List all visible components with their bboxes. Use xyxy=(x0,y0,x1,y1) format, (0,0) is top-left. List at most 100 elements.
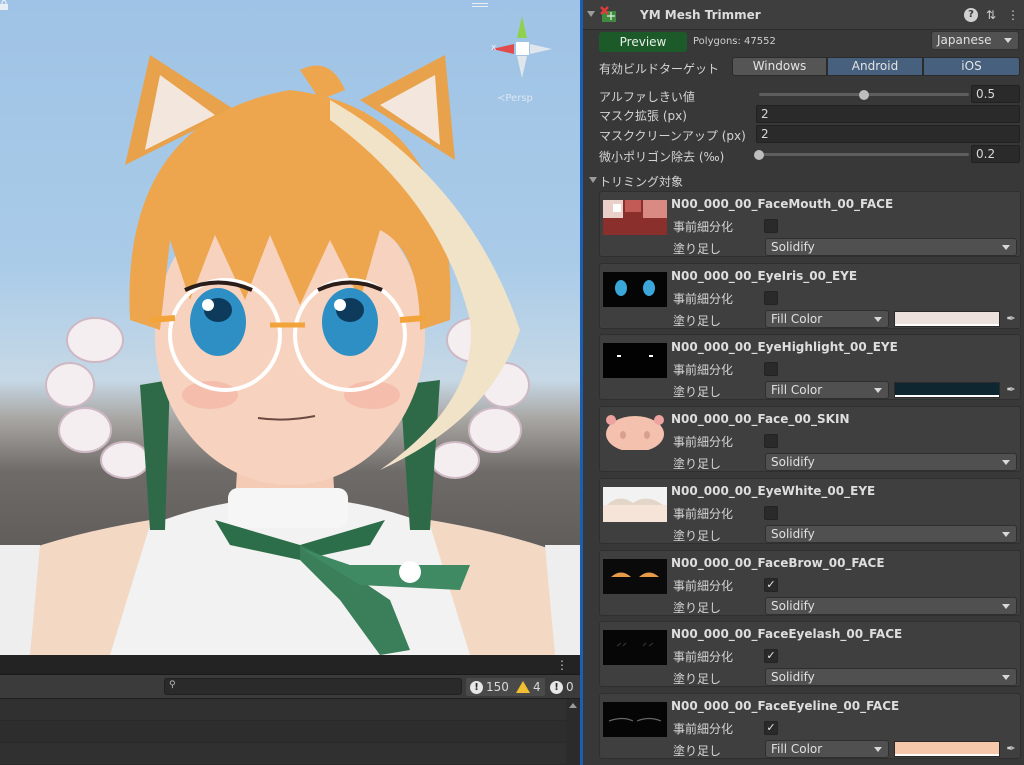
fill-label: 塗り足し xyxy=(673,385,722,399)
fill-mode-value: Solidify xyxy=(771,527,815,541)
texture-thumbnail xyxy=(603,702,667,737)
checkmark-icon: ✓ xyxy=(766,721,776,734)
subdivide-checkbox[interactable] xyxy=(764,362,778,376)
chevron-down-icon xyxy=(874,747,882,752)
mesh-name: N00_000_00_FaceEyelash_00_FACE xyxy=(671,627,903,641)
fill-color-field[interactable] xyxy=(894,741,1000,757)
fill-mode-dropdown[interactable]: Solidify xyxy=(765,453,1017,471)
trim-target-card: N00_000_00_FaceEyelash_00_FACE 事前細分化 ✓ 塗り足し… xyxy=(599,621,1021,687)
trim-target-card: N00_000_00_EyeIris_00_EYE 事前細分化 塗り足し Fill C… xyxy=(599,263,1021,329)
fill-color-field[interactable] xyxy=(894,311,1000,327)
trim-target-card: N00_000_00_EyeHighlight_00_EYE 事前細分化 塗り足し F… xyxy=(599,334,1021,400)
checkmark-icon: ✓ xyxy=(766,649,776,662)
info-count: 150 xyxy=(486,680,509,694)
warning-count: 4 xyxy=(533,680,541,694)
kebab-menu-icon[interactable]: ⋮ xyxy=(1006,8,1020,22)
subdivide-checkbox[interactable] xyxy=(764,219,778,233)
eyedropper-icon[interactable]: ✒ xyxy=(1004,382,1018,398)
small-polygon-slider[interactable] xyxy=(759,153,969,156)
subdivide-checkbox[interactable] xyxy=(764,506,778,520)
fill-label: 塗り足し xyxy=(673,672,722,686)
chevron-down-icon[interactable] xyxy=(587,11,595,17)
subdivide-checkbox[interactable]: ✓ xyxy=(764,721,778,735)
subdivide-label: 事前細分化 xyxy=(673,507,734,521)
fill-label: 塗り足し xyxy=(673,242,722,256)
console-log-list[interactable] xyxy=(0,699,566,765)
fill-mode-dropdown[interactable]: Fill Color xyxy=(765,740,889,758)
build-target-android[interactable]: Android xyxy=(827,57,923,76)
fill-mode-value: Fill Color xyxy=(771,383,823,397)
alpha-threshold-knob[interactable] xyxy=(859,90,869,100)
chevron-down-icon xyxy=(1004,38,1012,43)
checkmark-icon: ✓ xyxy=(766,578,776,591)
mesh-name: N00_000_00_FaceMouth_00_FACE xyxy=(671,197,894,211)
fill-label: 塗り足し xyxy=(673,314,722,328)
mesh-trimmer-icon xyxy=(600,6,616,22)
mask-expand-field[interactable]: 2 xyxy=(756,105,1020,123)
subdivide-label: 事前細分化 xyxy=(673,650,734,664)
small-polygon-field[interactable]: 0.2 xyxy=(971,145,1020,163)
lock-icon[interactable] xyxy=(0,0,8,10)
info-counter-toggle[interactable]: ! 150 xyxy=(466,678,513,696)
build-target-windows[interactable]: Windows xyxy=(732,57,827,76)
fill-mode-dropdown[interactable]: Solidify xyxy=(765,668,1017,686)
fill-mode-dropdown[interactable]: Fill Color xyxy=(765,381,889,399)
subdivide-label: 事前細分化 xyxy=(673,579,734,593)
fill-label: 塗り足し xyxy=(673,457,722,471)
scrollbar[interactable] xyxy=(566,699,580,765)
fill-mode-dropdown[interactable]: Solidify xyxy=(765,238,1017,256)
texture-thumbnail xyxy=(603,200,667,235)
chevron-down-icon xyxy=(1002,532,1010,537)
section-title[interactable]: トリミング対象 xyxy=(599,173,683,190)
mask-cleanup-field[interactable]: 2 xyxy=(756,125,1020,143)
chevron-down-icon xyxy=(874,388,882,393)
subdivide-label: 事前細分化 xyxy=(673,435,734,449)
chevron-down-icon[interactable] xyxy=(589,177,597,183)
warning-icon xyxy=(516,681,530,693)
chevron-down-icon xyxy=(1002,460,1010,465)
eyedropper-icon[interactable]: ✒ xyxy=(1004,311,1018,327)
mesh-name: N00_000_00_FaceBrow_00_FACE xyxy=(671,556,885,570)
preview-button[interactable]: Preview xyxy=(599,32,687,52)
texture-thumbnail xyxy=(603,487,667,522)
fill-mode-dropdown[interactable]: Solidify xyxy=(765,597,1017,615)
help-icon[interactable]: ? xyxy=(964,8,978,22)
presets-icon[interactable]: ⇅ xyxy=(984,8,998,22)
list-item[interactable] xyxy=(0,699,566,721)
list-item[interactable] xyxy=(0,743,566,765)
chevron-down-icon xyxy=(1002,245,1010,250)
component-header[interactable]: YM Mesh Trimmer ? ⇅ ⋮ xyxy=(583,0,1024,30)
small-polygon-knob[interactable] xyxy=(754,150,764,160)
subdivide-checkbox[interactable]: ✓ xyxy=(764,578,778,592)
kebab-menu-icon[interactable]: ⋮ xyxy=(556,658,568,672)
fill-mode-value: Fill Color xyxy=(771,312,823,326)
subdivide-checkbox[interactable]: ✓ xyxy=(764,649,778,663)
projection-label[interactable]: ≺Persp xyxy=(497,93,533,104)
subdivide-checkbox[interactable] xyxy=(764,291,778,305)
scroll-up-icon[interactable] xyxy=(569,703,577,708)
alpha-threshold-label: アルファしきい値 xyxy=(599,90,695,104)
fill-color-field[interactable] xyxy=(894,382,1000,398)
mesh-name: N00_000_00_FaceEyeline_00_FACE xyxy=(671,699,900,713)
fill-mode-dropdown[interactable]: Fill Color xyxy=(765,310,889,328)
language-dropdown[interactable]: Japanese xyxy=(931,31,1019,50)
subdivide-label: 事前細分化 xyxy=(673,292,734,306)
trim-target-card: N00_000_00_EyeWhite_00_EYE 事前細分化 塗り足し Solid… xyxy=(599,478,1021,544)
build-target-ios[interactable]: iOS xyxy=(923,57,1020,76)
subdivide-label: 事前細分化 xyxy=(673,722,734,736)
alpha-threshold-field[interactable]: 0.5 xyxy=(971,85,1020,103)
error-count: 0 xyxy=(566,680,574,694)
fill-label: 塗り足し xyxy=(673,529,722,543)
scene-view[interactable]: x ≺Persp xyxy=(0,0,580,655)
avatar-render xyxy=(0,55,580,655)
warning-counter-toggle[interactable]: 4 xyxy=(512,678,545,696)
eyedropper-icon[interactable]: ✒ xyxy=(1004,741,1018,757)
texture-thumbnail xyxy=(603,343,667,378)
subdivide-checkbox[interactable] xyxy=(764,434,778,448)
mask-cleanup-label: マスククリーンアップ (px) xyxy=(599,129,746,143)
search-input[interactable]: ⚲ xyxy=(164,678,462,695)
mesh-name: N00_000_00_EyeHighlight_00_EYE xyxy=(671,340,898,354)
list-item[interactable] xyxy=(0,721,566,743)
fill-mode-dropdown[interactable]: Solidify xyxy=(765,525,1017,543)
error-counter-toggle[interactable]: ! 0 xyxy=(546,678,578,696)
